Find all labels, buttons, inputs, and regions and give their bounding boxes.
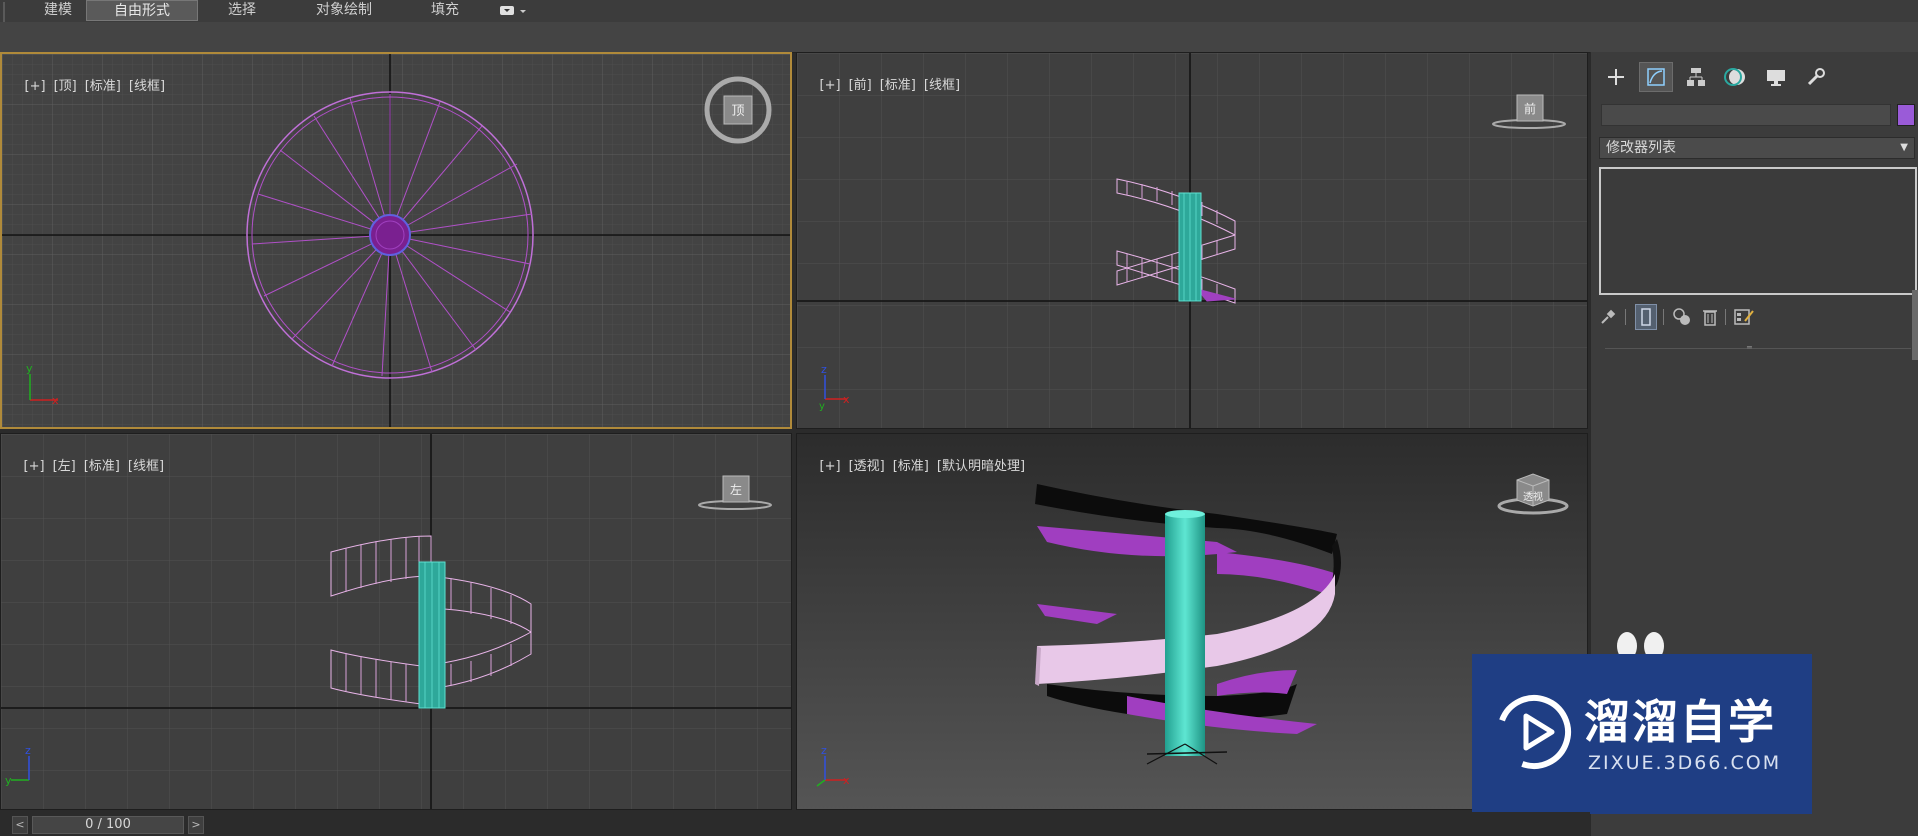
motion-icon[interactable] bbox=[1719, 62, 1753, 92]
svg-text:z: z bbox=[25, 744, 31, 757]
ribbon-panel bbox=[0, 22, 1918, 53]
viewcube-face-label: 左 bbox=[730, 482, 742, 497]
viewport-label-left[interactable]: [+] [左] [标准] [线框] bbox=[7, 440, 172, 489]
viewport-top[interactable]: y x [+] [顶] [标准] [线框] 顶 bbox=[0, 52, 792, 429]
make-unique-icon[interactable] bbox=[1671, 304, 1693, 330]
modifier-list-label: 修改器列表 bbox=[1606, 140, 1676, 156]
viewport-standard[interactable]: [标准] bbox=[84, 459, 120, 474]
ribbon-tab-bar: 建模 自由形式 选择 对象绘制 填充 bbox=[0, 0, 1918, 42]
viewport-label-top[interactable]: [+] [顶] [标准] [线框] bbox=[8, 60, 173, 109]
hierarchy-icon[interactable] bbox=[1679, 62, 1713, 92]
viewport-label-front[interactable]: [+] [前] [标准] [线框] bbox=[803, 59, 968, 108]
viewport-point-of-view[interactable]: [透视] bbox=[849, 459, 885, 474]
svg-text:y: y bbox=[819, 401, 825, 412]
svg-text:x: x bbox=[843, 393, 850, 406]
viewport-menu-plus[interactable]: [+] bbox=[24, 459, 45, 474]
viewport-point-of-view[interactable]: [顶] bbox=[54, 79, 77, 94]
perspective-view-scene: z x bbox=[797, 434, 1587, 809]
viewcube-face-label: 前 bbox=[1524, 101, 1536, 116]
viewport-menu-plus[interactable]: [+] bbox=[820, 78, 841, 93]
tab-selection[interactable]: 选择 bbox=[212, 0, 272, 21]
viewcube-perspective[interactable]: 透视 bbox=[1495, 470, 1575, 522]
modifier-list-dropdown[interactable]: 修改器列表 ▼ bbox=[1599, 137, 1915, 159]
panel-scrollbar[interactable] bbox=[1912, 290, 1918, 360]
svg-text:x: x bbox=[843, 774, 850, 787]
play-logo-icon bbox=[1497, 695, 1571, 769]
viewport-point-of-view[interactable]: [前] bbox=[849, 78, 872, 93]
chevron-down-icon: ▼ bbox=[1900, 142, 1908, 153]
viewport-menu-plus[interactable]: [+] bbox=[25, 79, 46, 94]
create-icon[interactable] bbox=[1599, 62, 1633, 92]
viewport-standard[interactable]: [标准] bbox=[85, 79, 121, 94]
modify-icon[interactable] bbox=[1639, 62, 1673, 92]
svg-text:y: y bbox=[5, 774, 12, 787]
time-slider-next-button[interactable]: > bbox=[188, 816, 204, 834]
viewcube-front[interactable]: 前 bbox=[1491, 91, 1571, 135]
viewport-shading[interactable]: [默认明暗处理] bbox=[937, 459, 1025, 474]
top-view-scene: y x bbox=[2, 54, 790, 427]
time-slider[interactable]: 0 / 100 bbox=[32, 816, 184, 834]
object-color-swatch[interactable] bbox=[1897, 104, 1915, 126]
show-end-result-icon[interactable] bbox=[1635, 304, 1657, 330]
tab-object-paint[interactable]: 对象绘制 bbox=[300, 0, 388, 21]
viewport-menu-plus[interactable]: [+] bbox=[820, 459, 841, 474]
viewport-label-perspective[interactable]: [+] [透视] [标准] [默认明暗处理] bbox=[803, 440, 1033, 489]
display-icon[interactable] bbox=[1759, 62, 1793, 92]
viewcube-face-label: 顶 bbox=[731, 104, 744, 119]
utilities-icon[interactable] bbox=[1799, 62, 1833, 92]
viewport-standard[interactable]: [标准] bbox=[893, 459, 929, 474]
tab-populate[interactable]: 填充 bbox=[416, 0, 474, 21]
viewport-perspective[interactable]: z x [+] [透视] [标准] [默认明暗处理] 透视 bbox=[796, 433, 1588, 810]
viewport-front[interactable]: z x y [+] [前] [标准] [线框] 前 bbox=[796, 52, 1588, 429]
remove-modifier-icon[interactable] bbox=[1699, 304, 1721, 330]
viewcube-face-label: 透视 bbox=[1523, 490, 1543, 503]
modifier-stack-toolbar bbox=[1597, 304, 1913, 330]
viewport-point-of-view[interactable]: [左] bbox=[53, 459, 76, 474]
time-slider-bar: < 0 / 100 > bbox=[0, 812, 1590, 836]
left-view-scene: z y bbox=[1, 434, 791, 809]
viewcube-top[interactable]: 顶 bbox=[702, 74, 774, 150]
tab-freeform[interactable]: 自由形式 bbox=[86, 0, 198, 21]
rollout-resize-grip[interactable]: ═ bbox=[1747, 344, 1763, 352]
pin-stack-icon[interactable] bbox=[1597, 304, 1619, 330]
viewcube-left[interactable]: 左 bbox=[693, 472, 773, 516]
svg-text:z: z bbox=[821, 363, 827, 376]
modifier-stack-list[interactable] bbox=[1599, 167, 1917, 295]
svg-text:y: y bbox=[26, 362, 33, 375]
front-view-scene: z x y bbox=[797, 53, 1587, 428]
configure-modifier-sets-icon[interactable] bbox=[1733, 304, 1755, 330]
watermark-text: 溜溜自学 bbox=[1584, 695, 1776, 749]
tab-modeling[interactable]: 建模 bbox=[30, 0, 86, 21]
watermark-logo: 溜溜自学 ZIXUE.3D66.COM bbox=[1472, 654, 1812, 814]
viewport-shading[interactable]: [线框] bbox=[924, 78, 960, 93]
ribbon-options-icon[interactable] bbox=[498, 3, 528, 19]
viewport-shading[interactable]: [线框] bbox=[128, 459, 164, 474]
object-name-field[interactable] bbox=[1601, 104, 1891, 126]
viewport-left[interactable]: z y [+] [左] [标准] [线框] 左 bbox=[0, 433, 792, 810]
svg-text:z: z bbox=[821, 744, 827, 757]
viewport-shading[interactable]: [线框] bbox=[129, 79, 165, 94]
time-slider-prev-button[interactable]: < bbox=[12, 816, 28, 834]
svg-text:x: x bbox=[52, 394, 59, 407]
viewport-standard[interactable]: [标准] bbox=[880, 78, 916, 93]
watermark-url: ZIXUE.3D66.COM bbox=[1588, 752, 1782, 774]
